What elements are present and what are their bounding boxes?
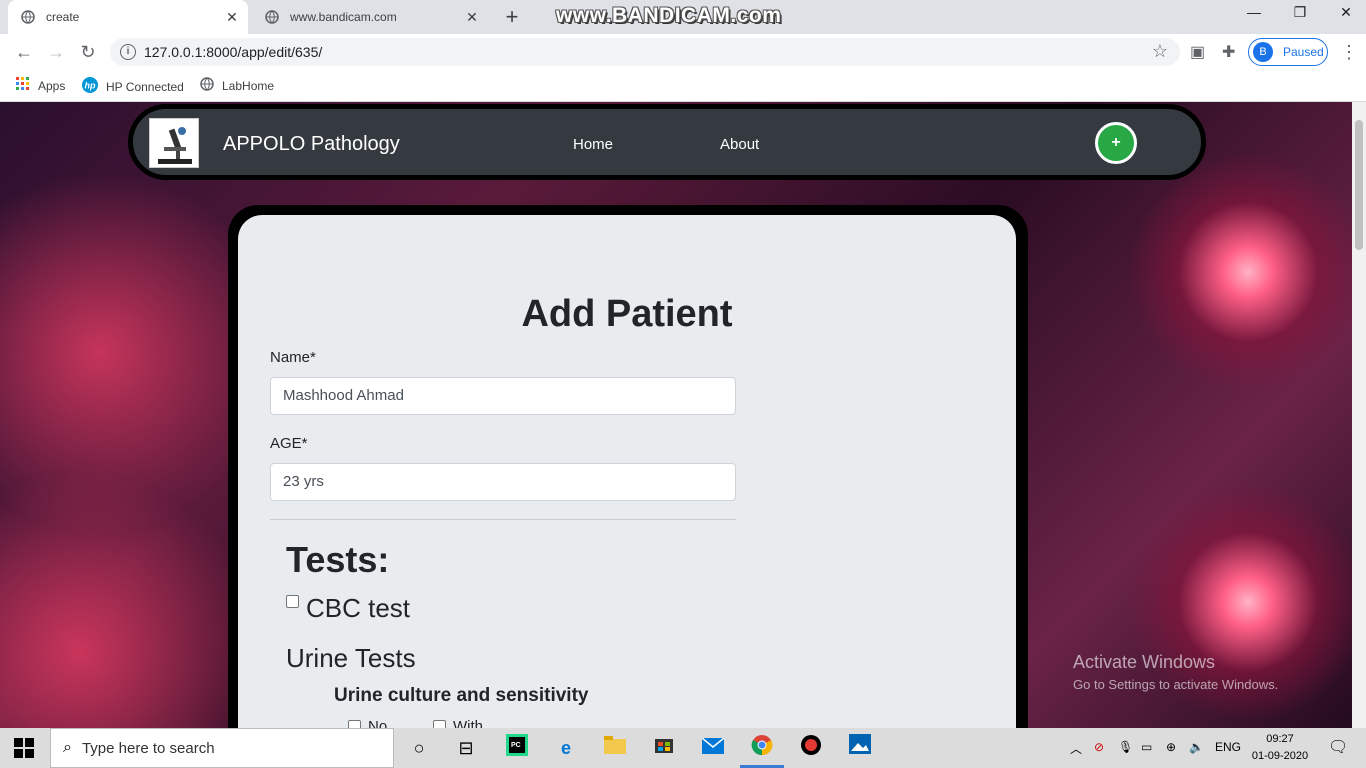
activate-title: Activate Windows <box>1073 652 1216 672</box>
apps-grid-icon <box>16 77 30 94</box>
page-title: Add Patient <box>521 293 733 335</box>
close-tab-icon[interactable]: ✕ <box>222 9 242 26</box>
activate-subtitle: Go to Settings to activate Windows. <box>1073 677 1279 692</box>
close-tab-icon[interactable]: ✕ <box>462 9 482 26</box>
tests-heading: Tests: <box>286 539 390 580</box>
bookmark-labhome[interactable]: LabHome <box>200 77 274 94</box>
network-globe-icon[interactable]: ⊕ <box>1166 740 1176 754</box>
bookmark-apps[interactable]: Apps <box>16 77 65 94</box>
tab-strip: create ✕ www.bandicam.com ✕ + www.BANDIC… <box>0 0 1366 34</box>
search-placeholder: Type here to search <box>81 739 215 757</box>
divider <box>270 519 736 520</box>
show-hidden-icons-icon[interactable]: ︿ <box>1070 740 1082 757</box>
battery-icon[interactable]: ▭ <box>1141 740 1152 754</box>
tab-title: www.bandicam.com <box>290 10 397 24</box>
page-viewport: APPOLO Pathology Home About + Add Patien… <box>0 102 1352 728</box>
bookmark-label: Apps <box>38 78 66 93</box>
close-window-button[interactable]: ✕ <box>1326 4 1366 21</box>
reader-mode-icon[interactable]: ▣ <box>1190 42 1205 62</box>
scrollbar-thumb[interactable] <box>1355 120 1363 250</box>
new-tab-button[interactable]: + <box>500 4 524 30</box>
back-arrow-icon[interactable]: ← <box>12 40 36 64</box>
form-card: Add Patient Name* Mashhood Ahmad AGE* 23… <box>228 205 1028 728</box>
clock-date: 01-09-2020 <box>1251 750 1309 762</box>
tab-title: create <box>46 10 80 24</box>
forward-arrow-icon[interactable]: → <box>44 40 68 64</box>
bandicam-record-icon[interactable] <box>797 734 825 762</box>
name-input[interactable]: Mashhood Ahmad <box>270 377 736 415</box>
bookmark-star-icon[interactable]: ☆ <box>1152 41 1168 62</box>
cbc-checkbox[interactable] <box>286 595 299 608</box>
site-navbar: APPOLO Pathology Home About + <box>128 104 1206 180</box>
reload-icon[interactable]: ↻ <box>76 40 100 64</box>
search-icon: ⌕ <box>63 739 72 756</box>
age-label: AGE* <box>270 435 308 452</box>
globe-icon <box>264 9 280 25</box>
nav-home-link[interactable]: Home <box>573 136 613 153</box>
info-icon[interactable]: i <box>120 44 136 60</box>
hp-logo-icon: hp <box>82 77 98 96</box>
urine-tests-heading: Urine Tests <box>286 643 416 673</box>
page-scrollbar[interactable] <box>1352 102 1366 728</box>
name-label: Name* <box>270 349 316 366</box>
avatar: B <box>1253 42 1273 62</box>
activate-windows-notice: Activate Windows Go to Settings to activ… <box>1073 652 1278 692</box>
culture-with-checkbox[interactable] <box>433 720 446 728</box>
taskbar-search-box[interactable]: ⌕ Type here to search <box>50 728 394 768</box>
brand-name[interactable]: APPOLO Pathology <box>223 133 400 156</box>
form-card-body: Add Patient Name* Mashhood Ahmad AGE* 23… <box>238 215 1016 728</box>
url-text[interactable]: 127.0.0.1:8000/app/edit/635/ <box>144 44 322 60</box>
nav-about-link[interactable]: About <box>720 136 759 153</box>
task-view-icon[interactable]: ⊟ <box>452 734 480 762</box>
bandicam-watermark: www.BANDICAM.com <box>556 4 782 27</box>
file-explorer-icon[interactable] <box>601 734 629 762</box>
profile-status: Paused <box>1283 45 1324 59</box>
microphone-icon[interactable]: 🎙 <box>1118 740 1133 754</box>
address-bar[interactable]: i 127.0.0.1:8000/app/edit/635/ ☆ <box>110 38 1180 66</box>
mail-icon[interactable] <box>699 734 727 762</box>
urine-culture-heading: Urine culture and sensitivity <box>334 685 589 706</box>
bookmark-label: LabHome <box>222 78 275 93</box>
culture-no-checkbox[interactable] <box>348 720 361 728</box>
windows-start-icon[interactable] <box>14 738 34 758</box>
bookmarks-bar: Apps hp HP Connected LabHome <box>0 70 1366 102</box>
globe-icon <box>200 77 214 94</box>
kebab-menu-icon[interactable]: ⋮ <box>1340 42 1358 63</box>
tab-create[interactable]: create ✕ <box>8 0 248 34</box>
language-indicator[interactable]: ENG <box>1215 740 1241 754</box>
antivirus-icon[interactable]: ⊘ <box>1094 740 1104 754</box>
photos-icon[interactable] <box>846 734 874 762</box>
notifications-icon[interactable]: 🗨 <box>1328 737 1348 757</box>
volume-icon[interactable]: 🔈 <box>1189 740 1204 754</box>
add-patient-button[interactable]: + <box>1095 122 1137 164</box>
svg-text:PC: PC <box>511 742 521 749</box>
cortana-icon[interactable]: ○ <box>405 734 433 762</box>
windows-taskbar: ⌕ Type here to search ○ ⊟ PC e ︿ ⊘ 🎙 ▭ ⊕… <box>0 728 1366 768</box>
cbc-label: CBC test <box>306 593 411 623</box>
minimize-button[interactable]: — <box>1234 4 1274 20</box>
clock-time: 09:27 <box>1266 733 1294 745</box>
restore-button[interactable]: ❐ <box>1280 4 1320 21</box>
age-input[interactable]: 23 yrs <box>270 463 736 501</box>
edge-icon[interactable]: e <box>552 734 580 762</box>
culture-no-label: No <box>368 718 388 728</box>
bookmark-hp-connected[interactable]: hp HP Connected <box>82 77 184 96</box>
extensions-puzzle-icon[interactable]: ✚ <box>1222 42 1235 62</box>
browser-toolbar: ← → ↻ i 127.0.0.1:8000/app/edit/635/ ☆ ▣… <box>0 34 1366 70</box>
culture-with-label: With <box>453 718 483 728</box>
profile-button[interactable]: B Paused <box>1248 38 1328 66</box>
chrome-icon[interactable] <box>740 734 784 768</box>
system-clock[interactable]: 09:27 01-09-2020 <box>1250 731 1310 765</box>
pycharm-icon[interactable]: PC <box>503 734 531 762</box>
store-icon[interactable] <box>650 734 678 762</box>
globe-icon <box>20 9 36 25</box>
bookmark-label: HP Connected <box>106 79 184 94</box>
svg-text:hp: hp <box>85 81 96 91</box>
tab-bandicam[interactable]: www.bandicam.com ✕ <box>252 0 488 34</box>
microscope-logo <box>149 118 199 168</box>
